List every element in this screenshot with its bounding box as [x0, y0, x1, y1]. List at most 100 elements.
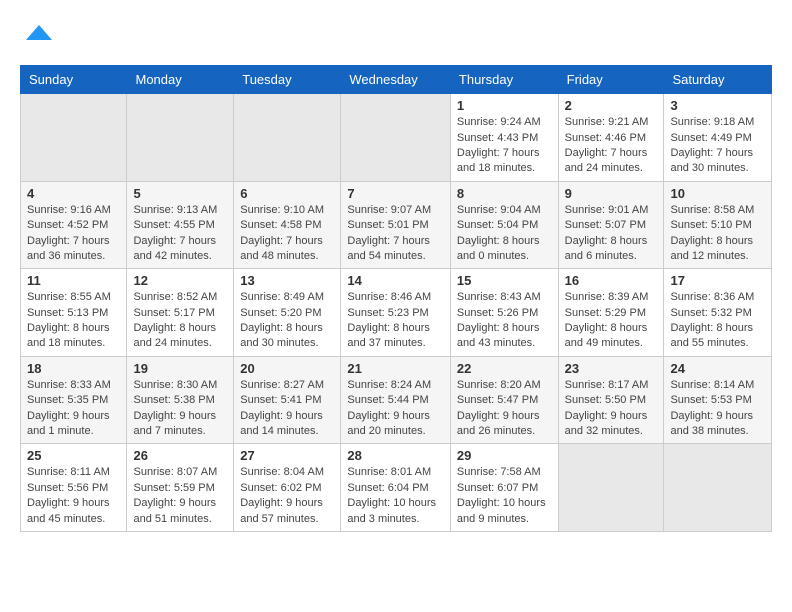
day-number: 22: [457, 361, 552, 376]
calendar-cell: 8 Sunrise: 9:04 AM Sunset: 5:04 PM Daylig…: [450, 181, 558, 269]
day-info: Sunrise: 9:01 AM Sunset: 5:07 PM Dayligh…: [565, 203, 658, 265]
calendar-cell: [21, 94, 127, 182]
day-info: Sunrise: 8:43 AM Sunset: 5:26 PM Dayligh…: [457, 290, 552, 352]
day-number: 25: [27, 448, 120, 463]
day-header-monday: Monday: [127, 66, 234, 94]
day-info: Sunrise: 8:46 AM Sunset: 5:23 PM Dayligh…: [347, 290, 444, 352]
day-info: Sunrise: 9:07 AM Sunset: 5:01 PM Dayligh…: [347, 203, 444, 265]
day-header-tuesday: Tuesday: [234, 66, 341, 94]
calendar-cell: 14 Sunrise: 8:46 AM Sunset: 5:23 PM Dayli…: [341, 269, 451, 357]
day-number: 14: [347, 273, 444, 288]
day-number: 2: [565, 98, 658, 113]
day-info: Sunrise: 8:33 AM Sunset: 5:35 PM Dayligh…: [27, 378, 120, 440]
day-header-saturday: Saturday: [664, 66, 772, 94]
calendar-cell: 19 Sunrise: 8:30 AM Sunset: 5:38 PM Dayli…: [127, 356, 234, 444]
day-info: Sunrise: 8:20 AM Sunset: 5:47 PM Dayligh…: [457, 378, 552, 440]
day-header-thursday: Thursday: [450, 66, 558, 94]
day-info: Sunrise: 9:24 AM Sunset: 4:43 PM Dayligh…: [457, 115, 552, 177]
calendar-cell: 3 Sunrise: 9:18 AM Sunset: 4:49 PM Daylig…: [664, 94, 772, 182]
calendar-cell: 25Sunrise: 8:11 AM Sunset: 5:56 PM Dayli…: [21, 444, 127, 532]
calendar-cell: 24 Sunrise: 8:14 AM Sunset: 5:53 PM Dayli…: [664, 356, 772, 444]
day-info: Sunrise: 8:58 AM Sunset: 5:10 PM Dayligh…: [670, 203, 765, 265]
calendar-cell: 2 Sunrise: 9:21 AM Sunset: 4:46 PM Daylig…: [558, 94, 664, 182]
day-number: 7: [347, 186, 444, 201]
calendar-cell: 20 Sunrise: 8:27 AM Sunset: 5:41 PM Dayli…: [234, 356, 341, 444]
day-number: 17: [670, 273, 765, 288]
logo: [20, 20, 54, 55]
day-number: 21: [347, 361, 444, 376]
calendar-cell: 13 Sunrise: 8:49 AM Sunset: 5:20 PM Dayli…: [234, 269, 341, 357]
day-info: Sunrise: 8:14 AM Sunset: 5:53 PM Dayligh…: [670, 378, 765, 440]
day-header-wednesday: Wednesday: [341, 66, 451, 94]
day-number: 28: [347, 448, 444, 463]
day-info: Sunrise: 9:21 AM Sunset: 4:46 PM Dayligh…: [565, 115, 658, 177]
calendar-cell: 17 Sunrise: 8:36 AM Sunset: 5:32 PM Dayli…: [664, 269, 772, 357]
day-number: 26: [133, 448, 227, 463]
page-header: [20, 20, 772, 55]
day-number: 4: [27, 186, 120, 201]
day-number: 23: [565, 361, 658, 376]
day-info: Sunrise: 9:16 AM Sunset: 4:52 PM Dayligh…: [27, 203, 120, 265]
day-info: Sunrise: 9:13 AM Sunset: 4:55 PM Dayligh…: [133, 203, 227, 265]
day-info: Sunrise: 9:04 AM Sunset: 5:04 PM Dayligh…: [457, 203, 552, 265]
calendar-week-1: 1Sunrise: 9:24 AM Sunset: 4:43 PM Daylig…: [21, 94, 772, 182]
day-number: 12: [133, 273, 227, 288]
calendar-cell: 10 Sunrise: 8:58 AM Sunset: 5:10 PM Dayli…: [664, 181, 772, 269]
calendar-cell: [341, 94, 451, 182]
calendar-cell: 5 Sunrise: 9:13 AM Sunset: 4:55 PM Daylig…: [127, 181, 234, 269]
day-info: Sunrise: 8:52 AM Sunset: 5:17 PM Dayligh…: [133, 290, 227, 352]
calendar-body: 1Sunrise: 9:24 AM Sunset: 4:43 PM Daylig…: [21, 94, 772, 532]
calendar-cell: 27 Sunrise: 8:04 AM Sunset: 6:02 PM Dayli…: [234, 444, 341, 532]
calendar-cell: 21 Sunrise: 8:24 AM Sunset: 5:44 PM Dayli…: [341, 356, 451, 444]
day-number: 29: [457, 448, 552, 463]
day-info: Sunrise: 8:04 AM Sunset: 6:02 PM Dayligh…: [240, 465, 334, 527]
day-number: 10: [670, 186, 765, 201]
calendar-cell: 1Sunrise: 9:24 AM Sunset: 4:43 PM Daylig…: [450, 94, 558, 182]
calendar-cell: [127, 94, 234, 182]
day-number: 13: [240, 273, 334, 288]
day-number: 5: [133, 186, 227, 201]
calendar-cell: 9 Sunrise: 9:01 AM Sunset: 5:07 PM Daylig…: [558, 181, 664, 269]
day-info: Sunrise: 8:27 AM Sunset: 5:41 PM Dayligh…: [240, 378, 334, 440]
day-info: Sunrise: 8:24 AM Sunset: 5:44 PM Dayligh…: [347, 378, 444, 440]
day-info: Sunrise: 8:30 AM Sunset: 5:38 PM Dayligh…: [133, 378, 227, 440]
calendar-cell: 6Sunrise: 9:10 AM Sunset: 4:58 PM Daylig…: [234, 181, 341, 269]
day-number: 24: [670, 361, 765, 376]
calendar-cell: 26 Sunrise: 8:07 AM Sunset: 5:59 PM Dayli…: [127, 444, 234, 532]
calendar-cell: 11 Sunrise: 8:55 AM Sunset: 5:13 PM Dayli…: [21, 269, 127, 357]
day-info: Sunrise: 8:55 AM Sunset: 5:13 PM Dayligh…: [27, 290, 120, 352]
calendar-cell: 28Sunrise: 8:01 AM Sunset: 6:04 PM Dayli…: [341, 444, 451, 532]
day-number: 27: [240, 448, 334, 463]
day-number: 8: [457, 186, 552, 201]
calendar-header-row: SundayMondayTuesdayWednesdayThursdayFrid…: [21, 66, 772, 94]
logo-icon: [24, 20, 54, 50]
day-info: Sunrise: 8:07 AM Sunset: 5:59 PM Dayligh…: [133, 465, 227, 527]
day-number: 18: [27, 361, 120, 376]
day-number: 15: [457, 273, 552, 288]
calendar-cell: [234, 94, 341, 182]
calendar-cell: [664, 444, 772, 532]
day-info: Sunrise: 9:10 AM Sunset: 4:58 PM Dayligh…: [240, 203, 334, 265]
day-header-sunday: Sunday: [21, 66, 127, 94]
day-number: 9: [565, 186, 658, 201]
calendar-cell: [558, 444, 664, 532]
calendar-week-5: 25Sunrise: 8:11 AM Sunset: 5:56 PM Dayli…: [21, 444, 772, 532]
day-number: 16: [565, 273, 658, 288]
calendar-week-3: 11 Sunrise: 8:55 AM Sunset: 5:13 PM Dayli…: [21, 269, 772, 357]
day-number: 11: [27, 273, 120, 288]
calendar-cell: 4 Sunrise: 9:16 AM Sunset: 4:52 PM Daylig…: [21, 181, 127, 269]
calendar-week-2: 4 Sunrise: 9:16 AM Sunset: 4:52 PM Daylig…: [21, 181, 772, 269]
day-number: 19: [133, 361, 227, 376]
calendar-cell: 29 Sunrise: 7:58 AM Sunset: 6:07 PM Dayli…: [450, 444, 558, 532]
calendar-cell: 15 Sunrise: 8:43 AM Sunset: 5:26 PM Dayli…: [450, 269, 558, 357]
day-number: 3: [670, 98, 765, 113]
calendar-cell: 23Sunrise: 8:17 AM Sunset: 5:50 PM Dayli…: [558, 356, 664, 444]
calendar-table: SundayMondayTuesdayWednesdayThursdayFrid…: [20, 65, 772, 532]
day-info: Sunrise: 9:18 AM Sunset: 4:49 PM Dayligh…: [670, 115, 765, 177]
day-info: Sunrise: 8:39 AM Sunset: 5:29 PM Dayligh…: [565, 290, 658, 352]
day-number: 20: [240, 361, 334, 376]
day-info: Sunrise: 8:49 AM Sunset: 5:20 PM Dayligh…: [240, 290, 334, 352]
day-info: Sunrise: 7:58 AM Sunset: 6:07 PM Dayligh…: [457, 465, 552, 527]
logo-text: [20, 20, 54, 55]
day-info: Sunrise: 8:36 AM Sunset: 5:32 PM Dayligh…: [670, 290, 765, 352]
